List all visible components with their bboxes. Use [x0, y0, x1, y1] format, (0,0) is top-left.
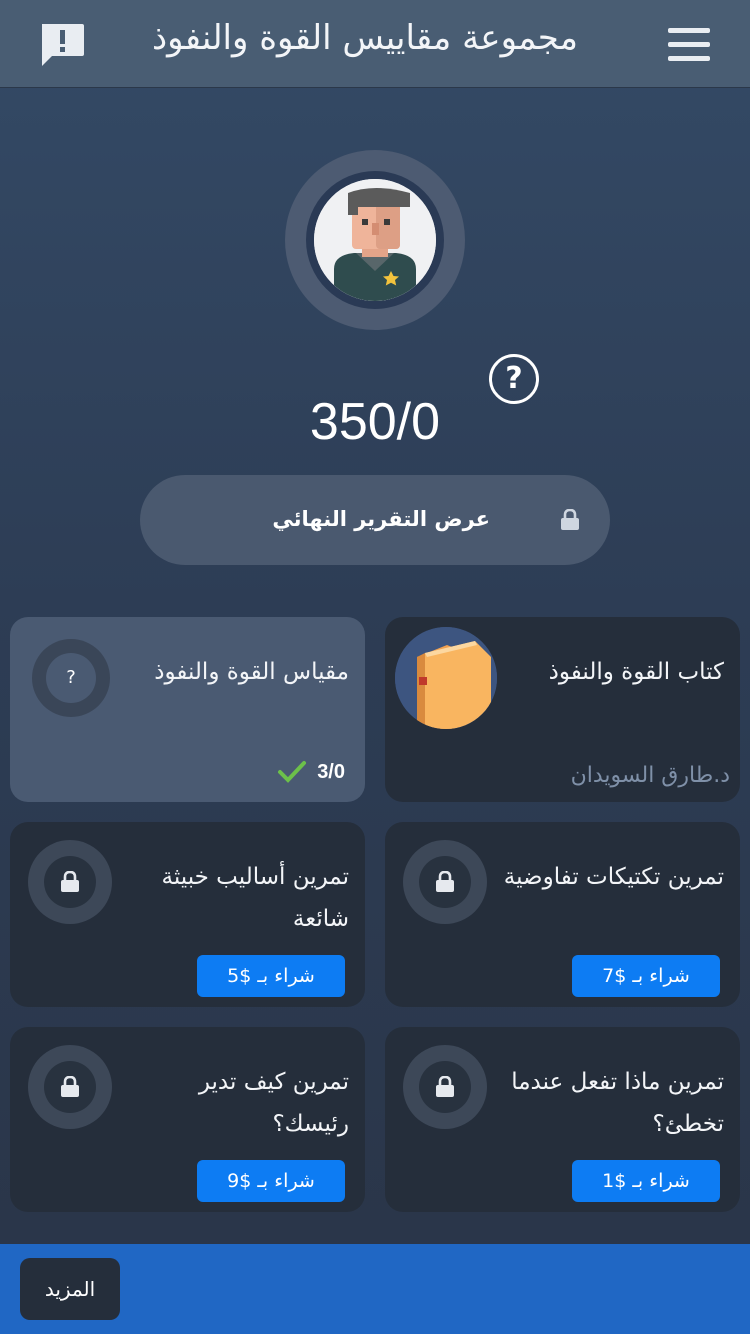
- negotiation-card[interactable]: تمرين تكتيكات تفاوضية شراء بـ $7: [385, 822, 740, 1007]
- mistake-card[interactable]: تمرين ماذا تفعل عندما تخطئ؟ شراء بـ $1: [385, 1027, 740, 1212]
- lock-icon: [28, 840, 112, 924]
- mistake-title: تمرين ماذا تفعل عندما تخطئ؟: [511, 1069, 724, 1137]
- lock-icon: [403, 1045, 487, 1129]
- menu-icon[interactable]: [668, 26, 710, 62]
- app-header: مجموعة مقاييس القوة والنفوذ: [0, 0, 750, 88]
- book-author: د.طارق السويدان: [570, 763, 730, 788]
- buy-tactics-button[interactable]: شراء بـ $5: [197, 955, 345, 997]
- score-display: 350/0: [309, 393, 441, 451]
- progress-value: 3/0: [317, 760, 345, 783]
- boss-title: تمرين كيف تدير رئيسك؟: [198, 1069, 349, 1137]
- lock-icon: [560, 508, 580, 535]
- book-title: كتاب القوة والنفوذ: [548, 659, 724, 685]
- tactics-title: تمرين أساليب خبيثة شائعة: [161, 864, 350, 932]
- avatar: [285, 150, 465, 330]
- user-avatar-icon: [314, 179, 436, 301]
- scale-card[interactable]: ? مقياس القوة والنفوذ 3/0: [10, 617, 365, 802]
- book-card[interactable]: كتاب القوة والنفوذ د.طارق السويدان: [385, 617, 740, 802]
- buy-boss-button[interactable]: شراء بـ $9: [197, 1160, 345, 1202]
- more-button[interactable]: المزيد: [20, 1258, 120, 1320]
- book-icon: [395, 627, 497, 729]
- lock-icon: [403, 840, 487, 924]
- buy-negotiation-button[interactable]: شراء بـ $7: [572, 955, 720, 997]
- question-icon: ?: [32, 639, 110, 717]
- buy-mistake-button[interactable]: شراء بـ $1: [572, 1160, 720, 1202]
- negotiation-title: تمرين تكتيكات تفاوضية: [503, 864, 724, 890]
- boss-card[interactable]: تمرين كيف تدير رئيسك؟ شراء بـ $9: [10, 1027, 365, 1212]
- scale-title: مقياس القوة والنفوذ: [154, 659, 349, 685]
- check-icon: [278, 761, 307, 783]
- lock-icon: [28, 1045, 112, 1129]
- tactics-card[interactable]: تمرين أساليب خبيثة شائعة شراء بـ $5: [10, 822, 365, 1007]
- final-report-button[interactable]: عرض التقرير النهائي: [140, 475, 610, 565]
- footer-bar: المزيد: [0, 1244, 750, 1334]
- scale-progress: 3/0: [277, 760, 345, 784]
- feedback-icon[interactable]: [38, 22, 86, 68]
- page-title: مجموعة مقاييس القوة والنفوذ: [152, 18, 578, 58]
- final-report-label: عرض التقرير النهائي: [272, 507, 490, 531]
